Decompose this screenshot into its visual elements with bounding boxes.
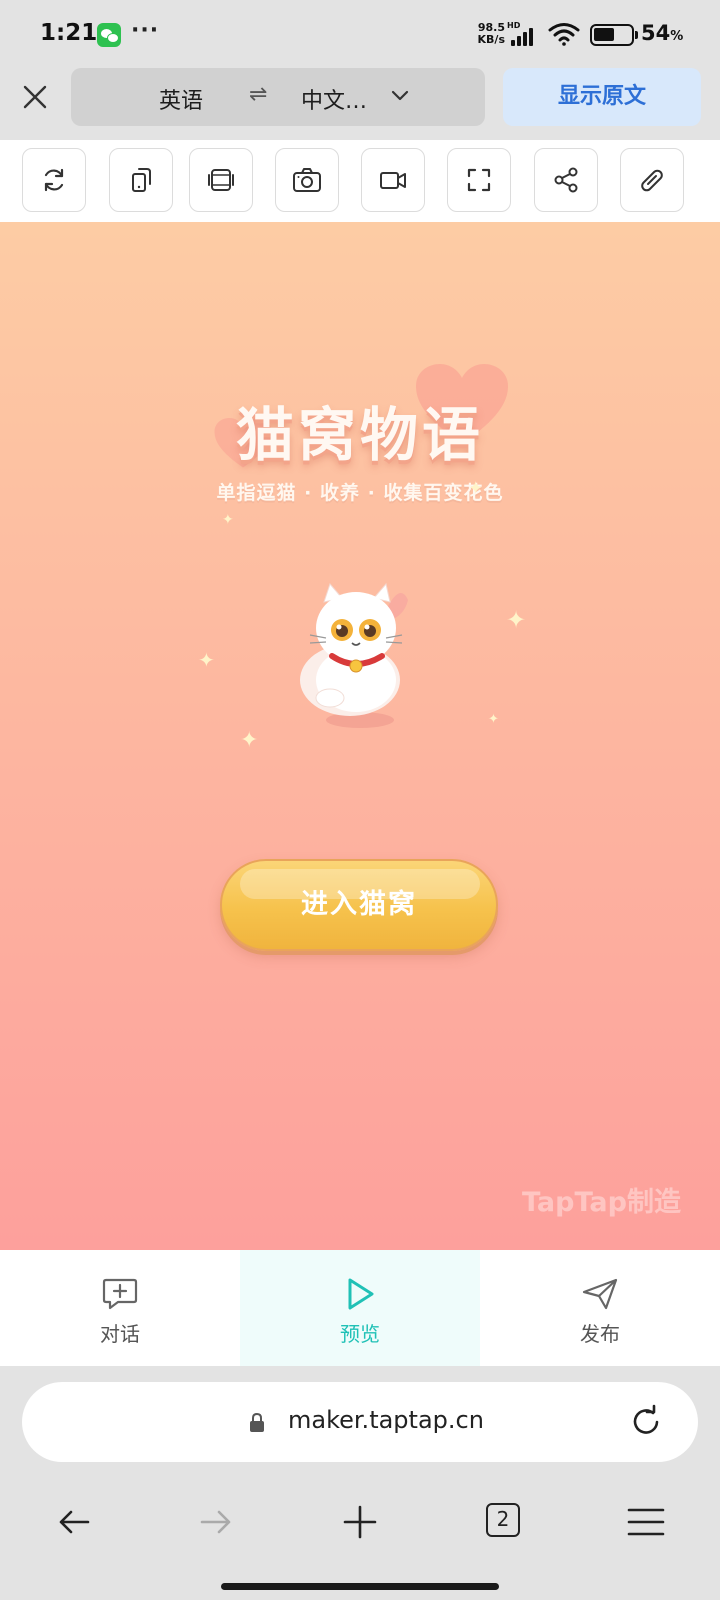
battery-icon — [590, 24, 638, 46]
new-tab-button[interactable] — [336, 1498, 384, 1546]
app-bottom-nav: 对话 预览 发布 — [0, 1250, 720, 1366]
back-button[interactable] — [50, 1498, 98, 1546]
record-video-icon — [380, 172, 406, 189]
chevron-down-icon[interactable] — [389, 82, 411, 108]
share-button[interactable] — [534, 148, 598, 212]
tab-preview-label: 预览 — [340, 1322, 380, 1346]
lock-icon — [250, 1412, 264, 1432]
play-icon — [348, 1278, 374, 1310]
sparkle-icon: ✦ — [198, 648, 215, 672]
fullscreen-icon — [467, 168, 491, 192]
reload-icon[interactable] — [628, 1404, 664, 1440]
copy-link-button[interactable] — [620, 148, 684, 212]
taptap-watermark: TapTap制造 — [522, 1187, 681, 1218]
device-frame-button[interactable] — [189, 148, 253, 212]
sparkle-icon: ✦ — [222, 512, 234, 528]
address-bar-area: maker.taptap.cn — [0, 1366, 720, 1468]
signal-icon — [511, 28, 537, 46]
wechat-notification-icon — [97, 23, 121, 47]
arrow-left-icon — [59, 1510, 90, 1534]
forward-button[interactable] — [192, 1498, 240, 1546]
share-icon — [554, 167, 578, 193]
send-icon — [582, 1278, 618, 1310]
sparkle-icon: ✦ — [506, 606, 527, 634]
status-time: 1:21 — [40, 20, 98, 46]
home-indicator — [221, 1583, 499, 1590]
plus-icon — [343, 1505, 377, 1539]
close-icon[interactable] — [20, 82, 50, 112]
rotate-phone-button[interactable] — [109, 148, 173, 212]
url-text[interactable]: maker.taptap.cn — [288, 1406, 484, 1434]
target-language[interactable]: 中文… — [301, 83, 367, 115]
fullscreen-button[interactable] — [447, 148, 511, 212]
language-selector[interactable]: 英语 ⇌ 中文… — [71, 68, 485, 126]
game-title: 猫窝物语 — [235, 401, 484, 469]
translate-bar: 英语 ⇌ 中文… 显示原文 — [0, 68, 720, 140]
screenshot-camera-icon — [293, 168, 321, 192]
battery-percent-value: 54 — [641, 21, 671, 45]
record-video-button[interactable] — [361, 148, 425, 212]
swap-languages-icon[interactable]: ⇌ — [249, 82, 267, 107]
address-bar[interactable]: maker.taptap.cn — [22, 1382, 698, 1462]
sparkle-icon: ✦ — [468, 478, 484, 499]
more-notifications-icon: ··· — [131, 18, 160, 43]
sparkle-icon: ✦ — [240, 728, 259, 753]
tab-preview[interactable]: 预览 — [240, 1250, 480, 1366]
browser-toolbar: 2 — [0, 1468, 720, 1600]
sparkle-icon: ✦ — [488, 712, 499, 727]
refresh-button[interactable] — [22, 148, 86, 212]
game-subtitle: 单指逗猫 · 收养 · 收集百变花色 — [216, 482, 504, 504]
rotate-phone-icon — [132, 168, 151, 192]
status-bar: 1:21 ··· 98.5 KB/s HD 54% — [0, 0, 720, 68]
chat-plus-icon — [102, 1278, 138, 1310]
refresh-icon — [44, 168, 64, 192]
network-speed: 98.5 KB/s — [471, 22, 505, 46]
tab-chat-label: 对话 — [100, 1322, 140, 1346]
cat-mascot-icon — [300, 582, 408, 728]
game-preview[interactable]: 猫窝物语 单指逗猫 · 收养 · 收集百变花色 ✦ ✦ ✦ ✦ ✦ ✦ 进入猫窝… — [0, 222, 720, 1250]
show-original-button[interactable]: 显示原文 — [503, 68, 701, 126]
arrow-right-icon — [200, 1510, 231, 1534]
battery-percent-symbol: % — [670, 29, 684, 44]
hamburger-menu-icon — [627, 1508, 665, 1536]
preview-toolbar — [0, 140, 720, 222]
tab-chat[interactable]: 对话 — [0, 1250, 240, 1366]
source-language[interactable]: 英语 — [159, 83, 203, 115]
enter-button-label: 进入猫窝 — [301, 889, 417, 920]
device-frame-icon — [208, 169, 234, 191]
enter-cat-nest-button[interactable]: 进入猫窝 — [220, 859, 498, 951]
battery-percent: 54% — [641, 21, 683, 45]
screenshot-button[interactable] — [275, 148, 339, 212]
tab-publish-label: 发布 — [580, 1322, 620, 1346]
link-icon — [641, 169, 663, 192]
wifi-icon — [548, 23, 580, 46]
menu-button[interactable] — [622, 1498, 670, 1546]
tab-switcher-button[interactable]: 2 — [486, 1503, 520, 1537]
network-speed-unit: KB/s — [477, 33, 505, 46]
tab-publish[interactable]: 发布 — [480, 1250, 720, 1366]
